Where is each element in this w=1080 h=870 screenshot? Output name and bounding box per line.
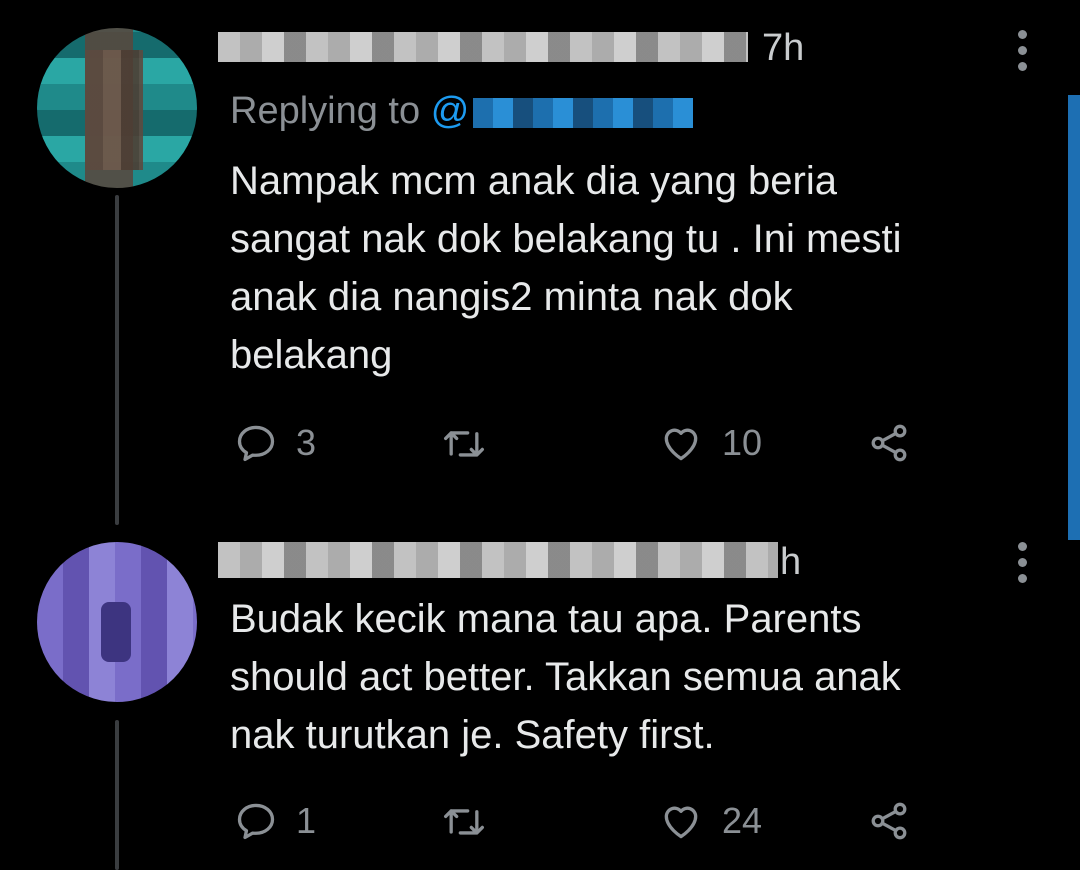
- tweet-text-line: should act better. Takkan semua anak: [230, 655, 901, 699]
- heart-icon: [664, 428, 698, 461]
- reply-button[interactable]: 1: [234, 796, 316, 846]
- tweet-text-line: belakang: [230, 333, 393, 377]
- more-vertical-icon[interactable]: [1012, 542, 1032, 583]
- reply-count: 1: [296, 800, 317, 841]
- retweet-button[interactable]: [440, 796, 506, 846]
- action-bar: 1 24: [230, 796, 930, 846]
- tweet-text: Nampak mcm anak dia yang beria sangat na…: [230, 152, 1020, 384]
- like-button[interactable]: 24: [658, 796, 762, 846]
- tweet-text-line: anak dia nangis2 minta nak dok: [230, 275, 793, 319]
- reply-icon: [237, 803, 275, 840]
- thread-line: [115, 720, 119, 870]
- replying-to: Replying to @: [230, 90, 694, 133]
- timestamp: 7h: [762, 27, 805, 69]
- like-count: 10: [722, 422, 763, 463]
- share-icon: [871, 802, 907, 840]
- retweet-button[interactable]: [440, 418, 506, 468]
- like-button[interactable]: 10: [658, 418, 762, 468]
- tweet-text-line: Budak kecik mana tau apa. Parents: [230, 597, 862, 641]
- tweet[interactable]: 7h Replying to @ Nampak mcm anak dia yan…: [0, 0, 1080, 525]
- reply-button[interactable]: 3: [234, 418, 316, 468]
- heart-icon: [664, 806, 698, 839]
- like-count: 24: [722, 800, 763, 841]
- thread-line: [115, 195, 119, 525]
- replying-to-label: Replying to: [230, 90, 421, 132]
- tweet-text-line: sangat nak dok belakang tu . Ini mesti: [230, 217, 902, 261]
- retweet-icon: [444, 809, 484, 835]
- share-icon: [871, 424, 907, 462]
- handle-text: @: [430, 90, 470, 132]
- scrollbar[interactable]: [1068, 95, 1080, 540]
- action-bar: 3 10: [230, 418, 930, 468]
- tweet-text-line: Nampak mcm anak dia yang beria: [230, 159, 837, 203]
- timestamp: h: [780, 541, 802, 583]
- display-name-redacted[interactable]: [218, 542, 778, 578]
- avatar[interactable]: [37, 542, 197, 702]
- more-vertical-icon[interactable]: [1012, 30, 1032, 71]
- replying-to-handle[interactable]: @: [431, 90, 694, 132]
- reply-count: 3: [296, 422, 317, 463]
- tweet[interactable]: h Budak kecik mana tau apa. Parents shou…: [0, 520, 1080, 870]
- retweet-icon: [444, 431, 484, 457]
- tweet-text-line: nak turutkan je. Safety first.: [230, 713, 715, 757]
- handle-redacted: [473, 97, 694, 128]
- reply-icon: [237, 425, 275, 462]
- avatar[interactable]: [37, 28, 197, 188]
- share-button[interactable]: [866, 418, 912, 468]
- share-button[interactable]: [866, 796, 912, 846]
- tweet-text: Budak kecik mana tau apa. Parents should…: [230, 590, 1020, 764]
- display-name-redacted[interactable]: [218, 32, 748, 62]
